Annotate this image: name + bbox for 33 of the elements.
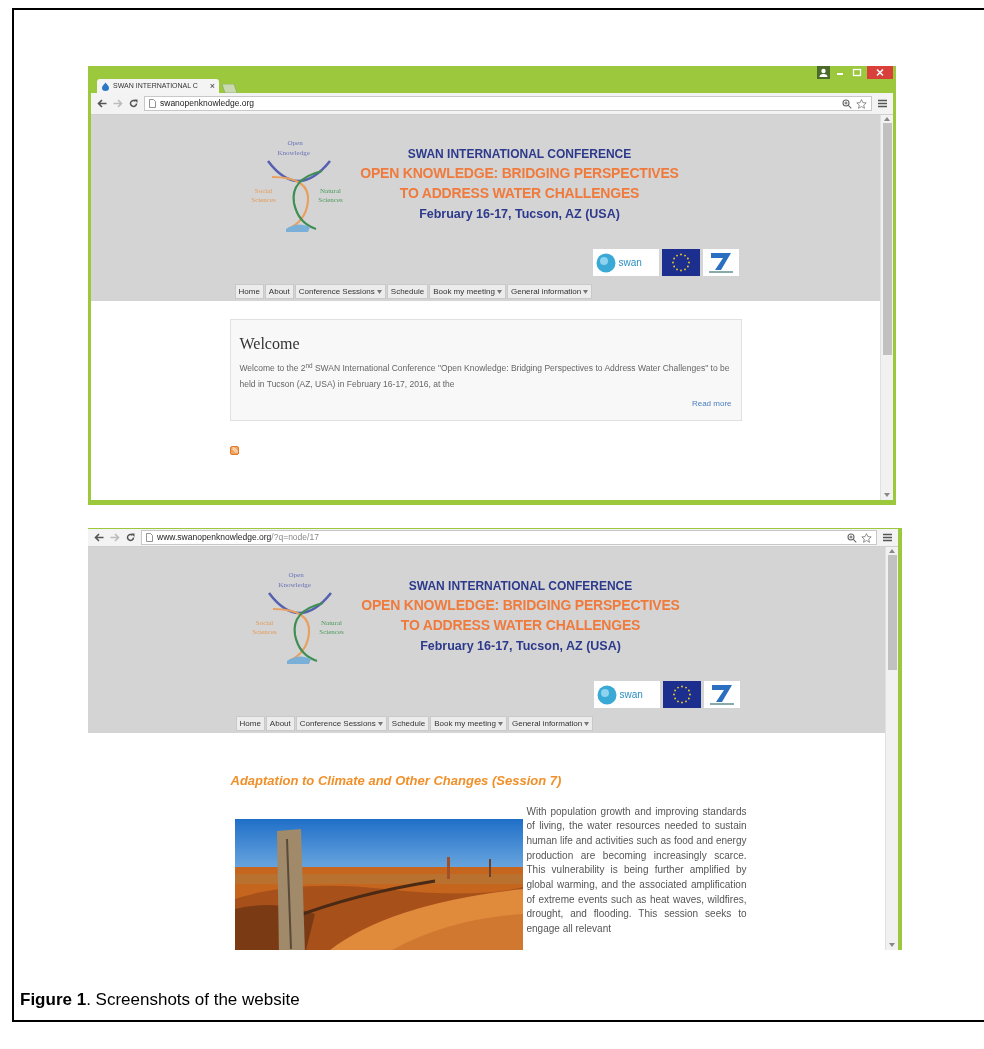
url-text: www.swanopenknowledge.org/?q=node/17 [157, 531, 319, 544]
nav-menu-item[interactable]: Home [235, 716, 265, 731]
read-more-link[interactable]: Read more [691, 398, 732, 410]
card-text: Welcome to the 2$^{nd}$ SWAN International Conference "Open Knowledge: Bridging Perspectives to Address Water Challenges" to be held in Tucson (AZ, USA) in February 16-17, 2016, at the [239, 360, 731, 391]
address-bar[interactable]: swanopenknowledge.org [144, 96, 872, 111]
partner-logo-text: swan [618, 257, 642, 268]
figure-caption: Figure 1. Screenshots of the website [20, 988, 301, 1011]
nav-menu-item[interactable]: About [264, 284, 294, 299]
nav-menu-item[interactable]: Schedule [386, 284, 429, 299]
nav-menu-item[interactable]: Conference Sessions [294, 284, 386, 299]
conference-date: February 16-17, Tucson, AZ (USA) [419, 206, 620, 223]
conference-theme: TO ADDRESS WATER CHALLENGES [400, 616, 641, 635]
conference-theme: TO ADDRESS WATER CHALLENGES [399, 184, 640, 203]
nav-menu-item[interactable]: Schedule [387, 716, 430, 731]
conference-theme: OPEN KNOWLEDGE: BRIDGING PERSPECTIVES [360, 164, 679, 183]
session-description: With population growth and improving standards of living, the water resources needed to sustain human life and activities such as food and energy production are becoming increasingly scarce. This vulnerability is being further amplified by global warming, and the associated amplification of extreme events such as heat waves, wildfires, drought, and flooding. This session seeks to engage all relevant [526, 804, 747, 937]
nav-menu-item[interactable]: Conference Sessions [295, 716, 387, 731]
nav-menu-item[interactable]: Home [234, 284, 264, 299]
nav-menu-item[interactable]: Book my meeting [429, 284, 506, 299]
conference-title: SWAN INTERNATIONAL CONFERENCE [407, 146, 632, 163]
url-text: swanopenknowledge.org [160, 97, 255, 110]
nav-menu-item[interactable]: General information [507, 716, 594, 731]
conference-date: February 16-17, Tucson, AZ (USA) [420, 638, 621, 655]
conference-theme: OPEN KNOWLEDGE: BRIDGING PERSPECTIVES [361, 596, 680, 615]
card-title: Welcome [239, 334, 301, 354]
partner-logo-text: swan [619, 689, 643, 700]
nav-menu-item[interactable]: General information [506, 284, 593, 299]
address-bar[interactable]: www.swanopenknowledge.org/?q=node/17 [141, 530, 877, 545]
conference-title: SWAN INTERNATIONAL CONFERENCE [408, 578, 633, 595]
nav-menu-item[interactable]: Book my meeting [430, 716, 507, 731]
nav-menu-item[interactable]: About [265, 716, 295, 731]
session-title: Adaptation to Climate and Other Changes (Session 7) [230, 772, 563, 790]
tab-close-button[interactable]: × [209, 81, 215, 91]
